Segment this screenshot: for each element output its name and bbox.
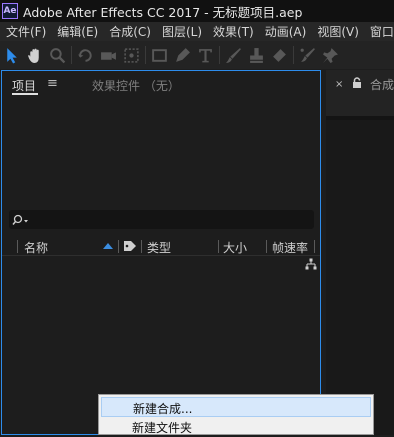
tab-project[interactable]: 项目 — [12, 77, 36, 94]
tab-composition[interactable]: 合成 — [370, 76, 394, 93]
search-icon[interactable] — [12, 213, 34, 227]
toolbar-divider — [145, 46, 146, 64]
search-input[interactable] — [36, 210, 310, 229]
column-divider — [17, 240, 18, 253]
menu-composition[interactable]: 合成(C) — [109, 23, 151, 40]
menu-window[interactable]: 窗口 — [370, 23, 394, 40]
toolbar-divider — [219, 46, 220, 64]
column-name[interactable]: 名称 — [24, 239, 48, 256]
context-menu-item-label: 新建文件夹 — [132, 421, 193, 435]
column-frame-rate[interactable]: 帧速率 — [272, 239, 308, 256]
toolbar-divider — [293, 46, 294, 64]
camera-tool-icon[interactable] — [97, 43, 120, 67]
roto-brush-tool-icon[interactable] — [296, 43, 319, 67]
pen-tool-icon[interactable] — [171, 43, 194, 67]
sort-ascending-icon[interactable] — [102, 242, 114, 250]
brush-tool-icon[interactable] — [222, 43, 245, 67]
context-menu-item-new-folder[interactable]: 新建文件夹 — [101, 417, 371, 437]
lock-icon[interactable] — [352, 77, 362, 89]
selection-tool-icon[interactable] — [0, 43, 23, 67]
toolbar-divider — [71, 46, 72, 64]
menu-effect[interactable]: 效果(T) — [213, 23, 254, 40]
after-effects-logo-icon: Ae — [2, 3, 18, 19]
pan-behind-tool-icon[interactable] — [120, 43, 143, 67]
composition-viewer[interactable] — [326, 120, 394, 435]
project-search-box[interactable] — [9, 210, 314, 229]
puppet-pin-tool-icon[interactable] — [319, 43, 342, 67]
close-tab-icon[interactable]: × — [335, 79, 343, 90]
eraser-tool-icon[interactable] — [268, 43, 291, 67]
flowchart-icon[interactable] — [305, 258, 317, 270]
context-menu: 新建合成... 新建文件夹 — [98, 394, 374, 435]
panel-tab-strip: 项目 ≡ 效果控件 （无） — [2, 71, 320, 97]
composition-panel-header: × 合成 — [326, 70, 394, 120]
tab-effect-controls[interactable]: 效果控件 （无） — [92, 77, 180, 94]
menu-file[interactable]: 文件(F) — [6, 23, 46, 40]
column-divider — [118, 240, 119, 253]
menu-edit[interactable]: 编辑(E) — [57, 23, 98, 40]
zoom-tool-icon[interactable] — [46, 43, 69, 67]
clone-stamp-tool-icon[interactable] — [245, 43, 268, 67]
menu-layer[interactable]: 图层(L) — [162, 23, 202, 40]
active-tab-indicator — [12, 93, 38, 95]
column-type[interactable]: 类型 — [147, 239, 171, 256]
menu-animation[interactable]: 动画(A) — [265, 23, 307, 40]
title-bar: Ae Adobe After Effects CC 2017 - 无标题项目.a… — [0, 0, 394, 22]
tools-toolbar — [0, 41, 394, 69]
hand-tool-icon[interactable] — [23, 43, 46, 67]
type-tool-icon[interactable] — [194, 43, 217, 67]
column-size[interactable]: 大小 — [223, 239, 247, 256]
window-title: Adobe After Effects CC 2017 - 无标题项目.aep — [23, 4, 303, 20]
column-divider — [314, 240, 315, 253]
context-menu-item-label: 新建合成... — [133, 402, 193, 416]
label-tag-icon[interactable] — [123, 240, 137, 252]
column-divider — [141, 240, 142, 253]
menu-view[interactable]: 视图(V) — [317, 23, 359, 40]
project-panel: 项目 ≡ 效果控件 （无） 名称 类型 大小 帧速率 — [1, 70, 321, 435]
context-menu-item-new-composition[interactable]: 新建合成... — [101, 397, 371, 417]
panel-menu-icon[interactable]: ≡ — [47, 76, 58, 91]
column-divider — [266, 240, 267, 253]
rotation-tool-icon[interactable] — [74, 43, 97, 67]
rectangle-tool-icon[interactable] — [148, 43, 171, 67]
project-column-header: 名称 类型 大小 帧速率 — [2, 237, 320, 256]
column-divider — [218, 240, 219, 253]
menu-bar: 文件(F) 编辑(E) 合成(C) 图层(L) 效果(T) 动画(A) 视图(V… — [0, 22, 394, 41]
